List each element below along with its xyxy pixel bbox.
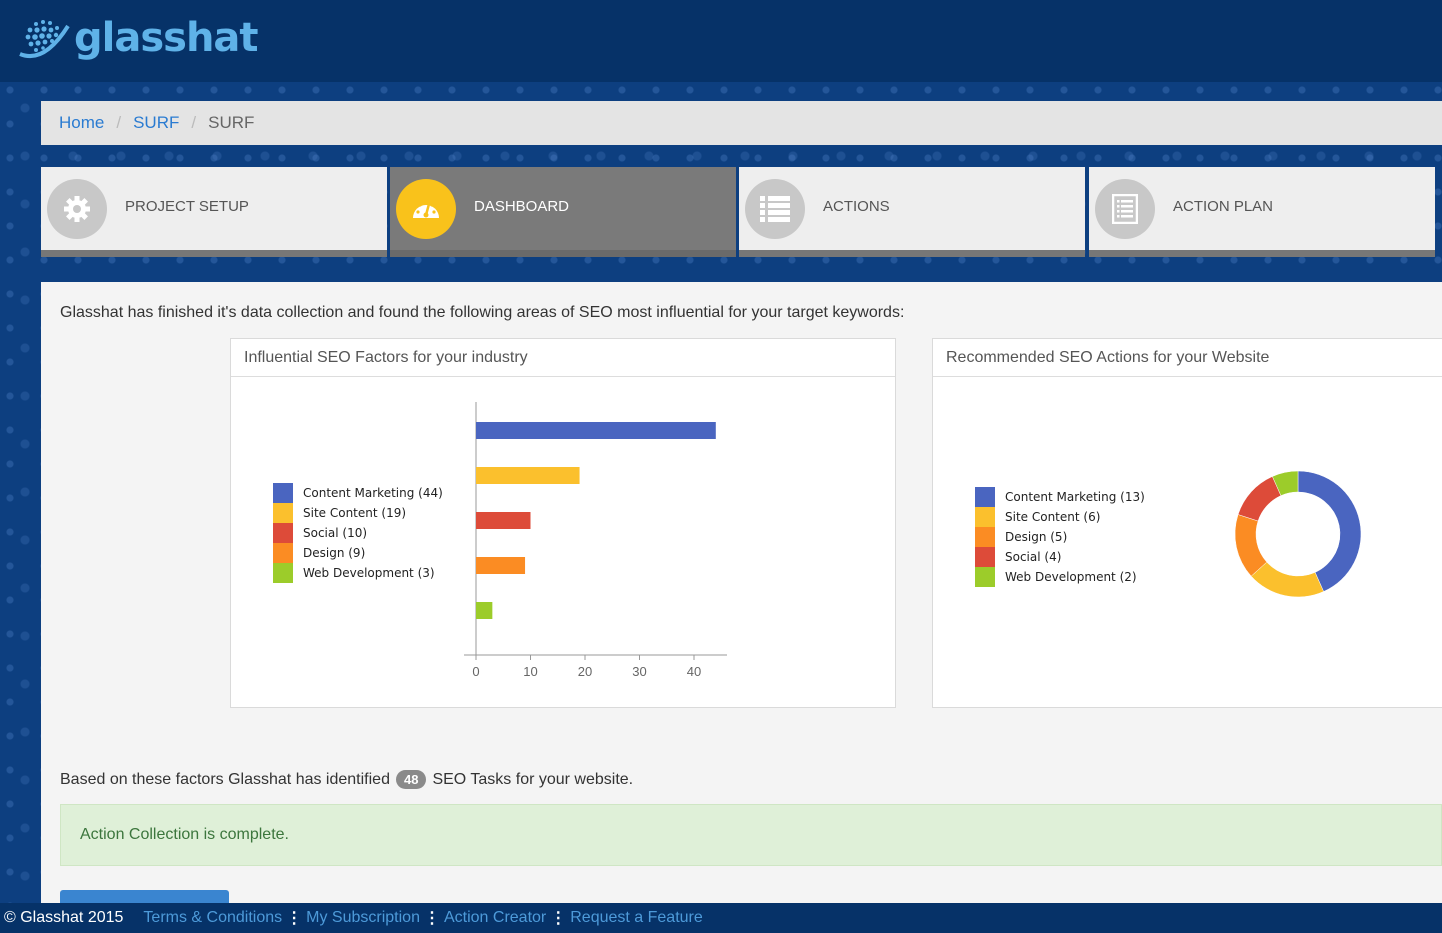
x-tick-label: 40 [687,664,701,679]
breadcrumb-separator: / [191,113,197,132]
tab-label: PROJECT SETUP [125,198,249,215]
logo[interactable]: glasshat [16,14,259,62]
footer-separator: ⋮ [286,910,303,927]
tasks-count-badge: 48 [395,770,427,789]
legend-label: Site Content (6) [1005,510,1101,524]
bar [476,602,493,619]
legend-swatch [975,547,995,567]
tasks-summary: Based on these factors Glasshat has iden… [60,770,633,789]
x-tick-label: 0 [472,664,479,679]
tab-label: ACTIONS [823,198,890,215]
x-tick-label: 10 [523,664,537,679]
footer-separator: ⋮ [423,910,440,927]
speedometer-icon [396,179,456,239]
tab-action-plan[interactable]: ACTION PLAN [1089,167,1435,257]
legend-swatch [975,487,995,507]
top-header: glasshat [0,0,1442,82]
bar [476,557,526,574]
legend-label: Web Development (2) [1005,570,1137,584]
footer-link-subscription[interactable]: My Subscription [306,909,420,927]
success-alert: Action Collection is complete. [60,804,1442,866]
breadcrumb-current: SURF [208,113,255,132]
dashboard-panel: Glasshat has finished it's data collecti… [41,282,1442,922]
tab-label: ACTION PLAN [1173,198,1274,215]
donut-slice [1237,476,1282,522]
footer-link-terms[interactable]: Terms & Conditions [143,909,282,927]
bar-chart: 0 10 20 30 40 [464,402,727,679]
card-title: Influential SEO Factors for your industr… [231,339,895,377]
legend-swatch [975,527,995,547]
intro-text: Glasshat has finished it's data collecti… [60,304,905,321]
donut-chart [1234,470,1362,598]
breadcrumb-project[interactable]: SURF [133,113,179,133]
document-icon [1095,179,1155,239]
seo-factors-card: Influential SEO Factors for your industr… [230,338,896,708]
legend-item: Social (4) [975,547,1145,567]
tasks-suffix: SEO Tasks for your website. [432,770,634,788]
bar [476,422,716,439]
step-nav: PROJECT SETUP DASHBOARD ACTIONS ACTION P… [41,167,1442,257]
footer-link-request-feature[interactable]: Request a Feature [570,909,703,927]
footer-separator: ⋮ [550,910,567,927]
x-tick-label: 20 [578,664,592,679]
bar [476,512,531,529]
donut-slice [1297,470,1362,592]
copyright: © Glasshat 2015 [4,909,124,926]
donut-slice [1250,561,1324,598]
legend-item: Design (5) [975,527,1145,547]
legend-item: Web Development (2) [975,567,1145,587]
logo-icon [19,20,70,59]
chart-legend: Content Marketing (13) Site Content (6) De… [975,487,1145,587]
footer: © Glasshat 2015 Terms & Conditions ⋮ My … [0,903,1442,933]
legend-swatch [975,507,995,527]
card-title: Recommended SEO Actions for your Website [933,339,1442,377]
tab-dashboard[interactable]: DASHBOARD [390,167,736,257]
legend-label: Social (4) [1005,550,1062,564]
x-tick-label: 30 [632,664,646,679]
legend-swatch [975,567,995,587]
legend-label: Design (5) [1005,530,1068,544]
footer-link-action-creator[interactable]: Action Creator [444,909,546,927]
breadcrumb: Home / SURF / SURF [41,101,1442,145]
bar [476,467,580,484]
breadcrumb-separator: / [116,113,122,132]
tab-project-setup[interactable]: PROJECT SETUP [41,167,387,257]
tab-actions[interactable]: ACTIONS [739,167,1085,257]
tasks-prefix: Based on these factors Glasshat has iden… [60,770,390,788]
breadcrumb-home[interactable]: Home [59,113,104,133]
logo-text: glasshat [74,15,259,61]
legend-label: Content Marketing (13) [1005,490,1145,504]
tab-label: DASHBOARD [474,198,570,215]
gear-icon [47,179,107,239]
legend-item: Site Content (6) [975,507,1145,527]
legend-item: Content Marketing (13) [975,487,1145,507]
list-icon [745,179,805,239]
seo-actions-card: Recommended SEO Actions for your Website… [932,338,1442,708]
